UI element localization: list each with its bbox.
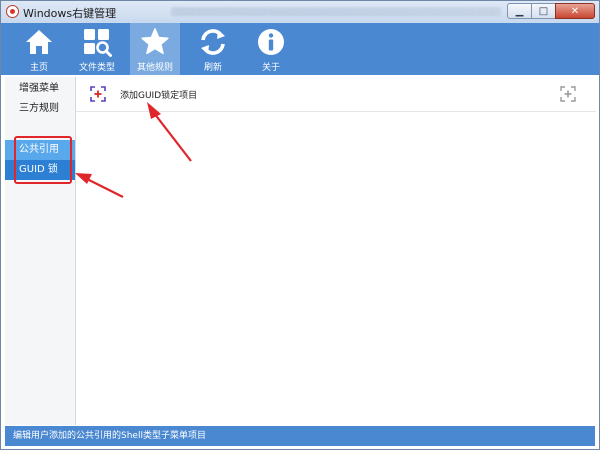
add-icon[interactable] <box>90 86 106 102</box>
maximize-button[interactable]: □ <box>531 3 556 19</box>
add-icon[interactable] <box>560 86 576 102</box>
main-toolbar: 主页 文件类型 其他规则 刷新 关于 <box>1 23 599 75</box>
toolbar-home-label: 主页 <box>29 63 48 73</box>
app-icon <box>6 5 19 18</box>
blurred-title-area <box>171 7 501 16</box>
toolbar-home-button[interactable]: 主页 <box>14 23 64 75</box>
app-window: Windows右键管理 ▁ □ ✕ 主页 文件类型 其他规则 刷新 关于 增强菜… <box>0 0 600 450</box>
status-bar: 编辑用户添加的公共引用的Shell类型子菜单项目 <box>5 426 595 446</box>
title-bar[interactable]: Windows右键管理 ▁ □ ✕ <box>1 1 599 24</box>
window-title: Windows右键管理 <box>23 7 117 20</box>
sidebar: 增强菜单 三方规则 公共引用 GUID 锁 <box>5 77 76 425</box>
info-icon <box>258 29 284 55</box>
annotation-highlight-box <box>14 136 72 184</box>
toolbar-file-type-button[interactable]: 文件类型 <box>72 23 122 75</box>
refresh-icon <box>201 29 225 55</box>
toolbar-refresh-button[interactable]: 刷新 <box>188 23 238 75</box>
star-icon <box>141 28 169 55</box>
toolbar-about-label: 关于 <box>261 63 280 73</box>
maximize-icon: □ <box>538 5 549 17</box>
window-controls: ▁ □ ✕ <box>507 3 595 20</box>
minimize-button[interactable]: ▁ <box>507 3 532 19</box>
toolbar-refresh-label: 刷新 <box>203 63 222 73</box>
add-guid-lock-row[interactable]: 添加GUID锁定项目 <box>76 77 596 112</box>
home-icon <box>26 30 52 54</box>
close-button[interactable]: ✕ <box>555 3 595 19</box>
close-icon: ✕ <box>570 5 580 17</box>
file-type-icon <box>84 29 112 57</box>
toolbar-file-type-label: 文件类型 <box>78 63 115 73</box>
sidebar-item-third-party-rules[interactable]: 三方规则 <box>5 99 75 119</box>
toolbar-other-rules-label: 其他规则 <box>136 63 173 73</box>
sidebar-item-enhanced-menu[interactable]: 增强菜单 <box>5 79 75 99</box>
add-guid-lock-label[interactable]: 添加GUID锁定项目 <box>120 88 197 101</box>
toolbar-other-rules-button[interactable]: 其他规则 <box>130 23 180 75</box>
minimize-icon: ▁ <box>515 5 524 17</box>
content-pane: 添加GUID锁定项目 <box>76 77 596 425</box>
toolbar-about-button[interactable]: 关于 <box>246 23 296 75</box>
